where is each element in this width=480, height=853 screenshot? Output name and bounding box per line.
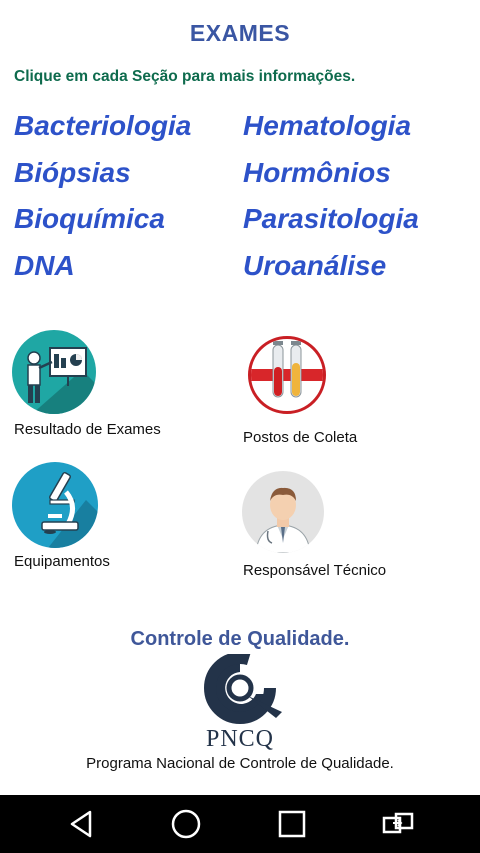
equipment-shortcut[interactable]: Equipamentos	[10, 460, 190, 575]
results-label: Resultado de Exames	[14, 421, 161, 438]
equipment-label: Equipamentos	[14, 553, 110, 570]
back-icon[interactable]	[59, 805, 103, 843]
switch-icon[interactable]	[376, 805, 420, 843]
program-name: Programa Nacional de Controle de Qualida…	[86, 755, 394, 772]
section-link-uroanalise[interactable]: Uroanálise	[243, 250, 386, 282]
microscope-icon	[12, 462, 98, 548]
home-icon[interactable]	[164, 805, 208, 843]
section-link-parasitologia[interactable]: Parasitologia	[243, 203, 419, 235]
recents-icon[interactable]	[270, 805, 314, 843]
system-navbar	[0, 795, 480, 853]
technician-shortcut[interactable]: Responsável Técnico	[240, 469, 420, 584]
test-tubes-icon	[248, 336, 326, 414]
presentation-icon	[12, 330, 96, 414]
technician-label: Responsável Técnico	[243, 562, 387, 579]
pncq-logo-text: PNCQ	[205, 726, 275, 752]
page-subtitle: Clique em cada Seção para mais informaçõ…	[14, 68, 356, 85]
results-shortcut[interactable]: Resultado de Exames	[10, 328, 190, 443]
section-link-hormonios[interactable]: Hormônios	[243, 157, 391, 189]
section-link-bioquimica[interactable]: Bioquímica	[14, 203, 165, 235]
page-title: EXAMES	[189, 20, 291, 46]
doctor-icon	[242, 471, 324, 553]
collection-shortcut[interactable]: Postos de Coleta	[240, 334, 400, 449]
quality-title: Controle de Qualidade.	[130, 628, 350, 650]
collection-label: Postos de Coleta	[243, 429, 358, 446]
section-link-biopsias[interactable]: Biópsias	[14, 157, 131, 189]
section-link-bacteriologia[interactable]: Bacteriologia	[14, 110, 191, 142]
pncq-logo-icon[interactable]	[196, 652, 284, 724]
section-link-hematologia[interactable]: Hematologia	[243, 110, 411, 142]
section-link-dna[interactable]: DNA	[14, 250, 75, 282]
